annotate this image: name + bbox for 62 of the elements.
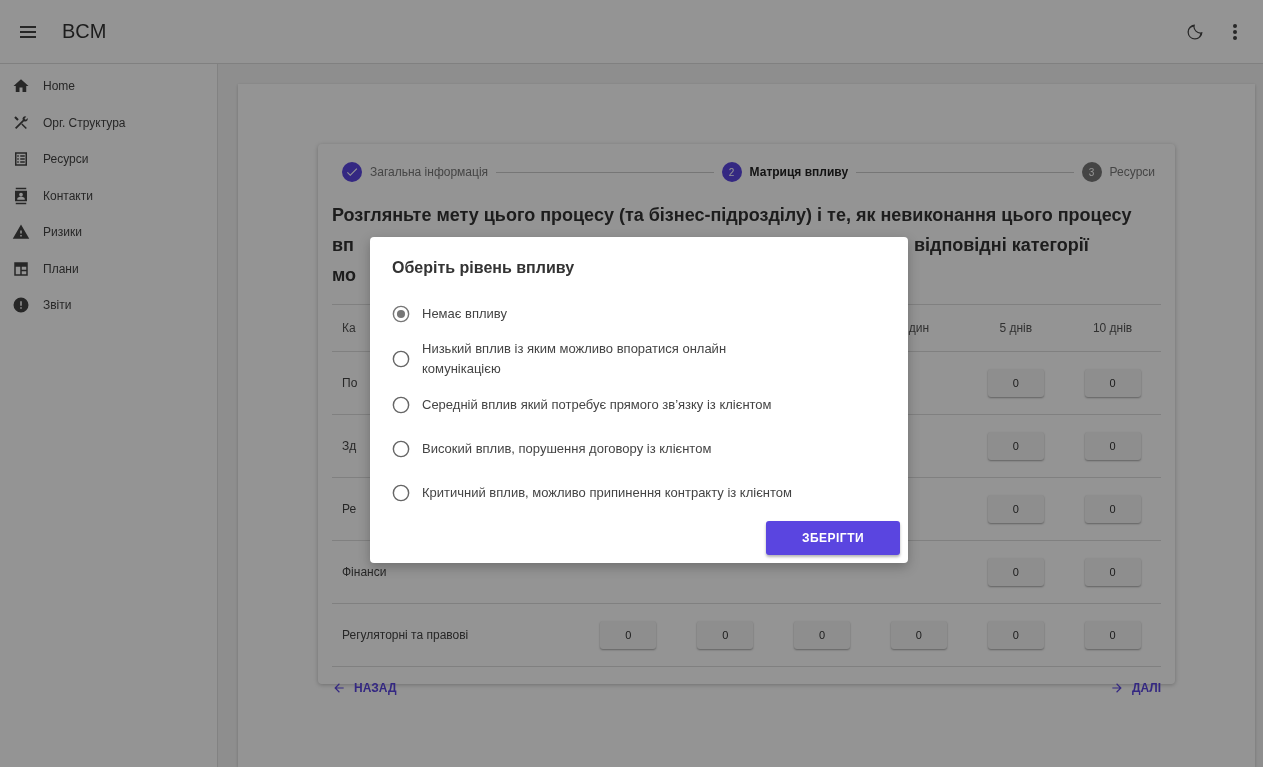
- value-button[interactable]: 0: [1084, 621, 1141, 649]
- option-label: Високий вплив, порушення договору із клієнтом: [422, 439, 712, 458]
- sidebar-item[interactable]: Ризики: [0, 214, 217, 251]
- heading-text: Розгляньте мету цього процесу (та бізнес-підрозділу) і те, як невиконання цього процесу: [332, 204, 1133, 227]
- column-header: 5 днів: [999, 321, 1033, 335]
- value-button[interactable]: 0: [1084, 369, 1141, 397]
- arrow-right-icon: [1109, 681, 1124, 695]
- value-button[interactable]: 0: [890, 621, 947, 649]
- radio-button[interactable]: [392, 483, 410, 502]
- radio-button[interactable]: [392, 395, 410, 414]
- row-label: По: [342, 376, 358, 390]
- contact-card-icon: [12, 186, 30, 205]
- back-button[interactable]: НАЗАД: [332, 677, 397, 699]
- value-button[interactable]: 0: [697, 621, 754, 649]
- option-label: Низький вплив із яким можливо впоратися онлайн комунікацією: [422, 340, 728, 378]
- value-button[interactable]: 0: [987, 495, 1044, 523]
- option-label: Середній вплив який потребує прямого зв’язку із клієнтом: [422, 395, 772, 414]
- column-header: Ка: [342, 321, 356, 335]
- radio-button[interactable]: [392, 304, 410, 323]
- row-label: Ре: [342, 502, 357, 516]
- value-button[interactable]: 0: [987, 369, 1044, 397]
- step-label: Ресурси: [1109, 165, 1155, 179]
- column-header: дин: [908, 321, 930, 335]
- table-icon: [12, 259, 30, 278]
- heading-text: мо: [332, 265, 357, 285]
- dialog-title: Оберіть рівень впливу: [392, 259, 576, 277]
- value-button[interactable]: 0: [987, 621, 1044, 649]
- next-button[interactable]: ДАЛІ: [1109, 677, 1161, 699]
- heading-text: відповідні категорії: [913, 234, 1089, 257]
- radio-button[interactable]: [392, 439, 410, 458]
- sidebar-item[interactable]: Home: [0, 68, 217, 105]
- arrow-left-icon: [332, 681, 346, 695]
- step-number: 3: [1081, 162, 1102, 182]
- value-button[interactable]: 0: [1084, 558, 1141, 586]
- value-button[interactable]: 0: [600, 621, 657, 649]
- row-label: Зд: [342, 439, 357, 453]
- alert-icon: [12, 296, 30, 315]
- sidebar-item[interactable]: Контакти: [0, 177, 217, 214]
- row-label: Фінанси: [342, 565, 387, 579]
- sidebar-item[interactable]: Плани: [0, 250, 217, 287]
- option-label: Критичний вплив, можливо припинення контракту із клієнтом: [422, 483, 792, 502]
- sidebar-item[interactable]: Орг. Структура: [0, 104, 217, 141]
- value-button[interactable]: 0: [794, 621, 851, 649]
- value-button[interactable]: 0: [987, 432, 1044, 460]
- save-button[interactable]: ЗБЕРІГТИ: [766, 521, 900, 555]
- value-button[interactable]: 0: [1084, 495, 1141, 523]
- step-label: Загальна інформація: [370, 165, 489, 179]
- radio-button[interactable]: [392, 350, 410, 368]
- heading-text: вп: [332, 234, 354, 257]
- step-label: Матриця впливу: [749, 165, 849, 179]
- step-number: 2: [721, 162, 742, 182]
- option-label: Немає впливу: [422, 304, 507, 323]
- value-button[interactable]: 0: [987, 558, 1044, 586]
- warning-icon: [12, 223, 30, 242]
- sidebar-item[interactable]: Ресурси: [0, 141, 217, 178]
- column-header: 10 днів: [1092, 321, 1133, 335]
- value-button[interactable]: 0: [1084, 432, 1141, 460]
- app-title: BCM: [62, 20, 107, 43]
- tools-icon: [12, 113, 30, 132]
- list-icon: [12, 150, 30, 169]
- sidebar-item[interactable]: Звіти: [0, 287, 217, 324]
- row-label: Регуляторні та правові: [342, 628, 469, 642]
